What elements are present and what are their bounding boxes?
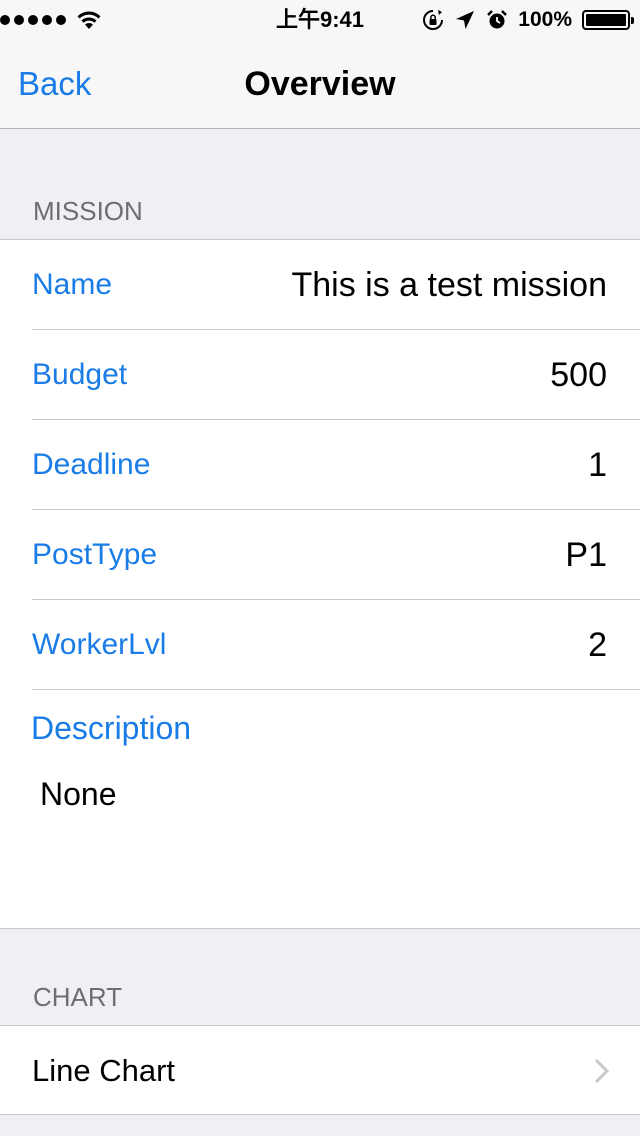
row-description[interactable]: Description None [0,690,640,930]
row-deadline[interactable]: Deadline 1 [0,420,640,510]
row-name[interactable]: Name This is a test mission [0,240,640,330]
status-bar: 上午9:41 100% [0,0,640,40]
row-value: 1 [588,446,607,484]
status-right: 100% [422,8,634,32]
page-title: Overview [244,65,396,103]
section-header-mission: MISSION [33,196,143,226]
row-budget[interactable]: Budget 500 [0,330,640,420]
back-button[interactable]: Back [18,64,91,104]
row-label: WorkerLvl [32,628,167,661]
rotation-lock-icon [423,10,444,30]
battery-icon [582,10,634,30]
description-text: None [40,776,117,812]
row-label: Name [32,268,113,301]
navigation-bar: Overview Back [0,40,640,129]
section-header-chart: CHART [33,982,123,1012]
row-label: Budget [32,358,128,391]
row-posttype[interactable]: PostType P1 [0,510,640,600]
row-label: Deadline [32,448,151,481]
row-value: P1 [565,536,607,574]
mission-group: Name This is a test mission Budget 500 D… [0,239,640,929]
location-arrow-icon [456,11,475,29]
chart-group: Line Chart [0,1025,640,1115]
row-label: PostType [32,538,158,571]
row-value: This is a test mission [291,266,607,304]
alarm-icon [487,10,508,29]
battery-percent: 100% [518,8,572,31]
description-label: Description [31,710,192,746]
row-value: 500 [550,356,607,394]
row-workerlvl[interactable]: WorkerLvl 2 [0,600,640,690]
line-chart-row[interactable]: Line Chart [0,1026,640,1115]
row-value: 2 [588,626,607,664]
chevron-right-icon [594,1058,610,1084]
line-chart-label: Line Chart [32,1053,176,1088]
